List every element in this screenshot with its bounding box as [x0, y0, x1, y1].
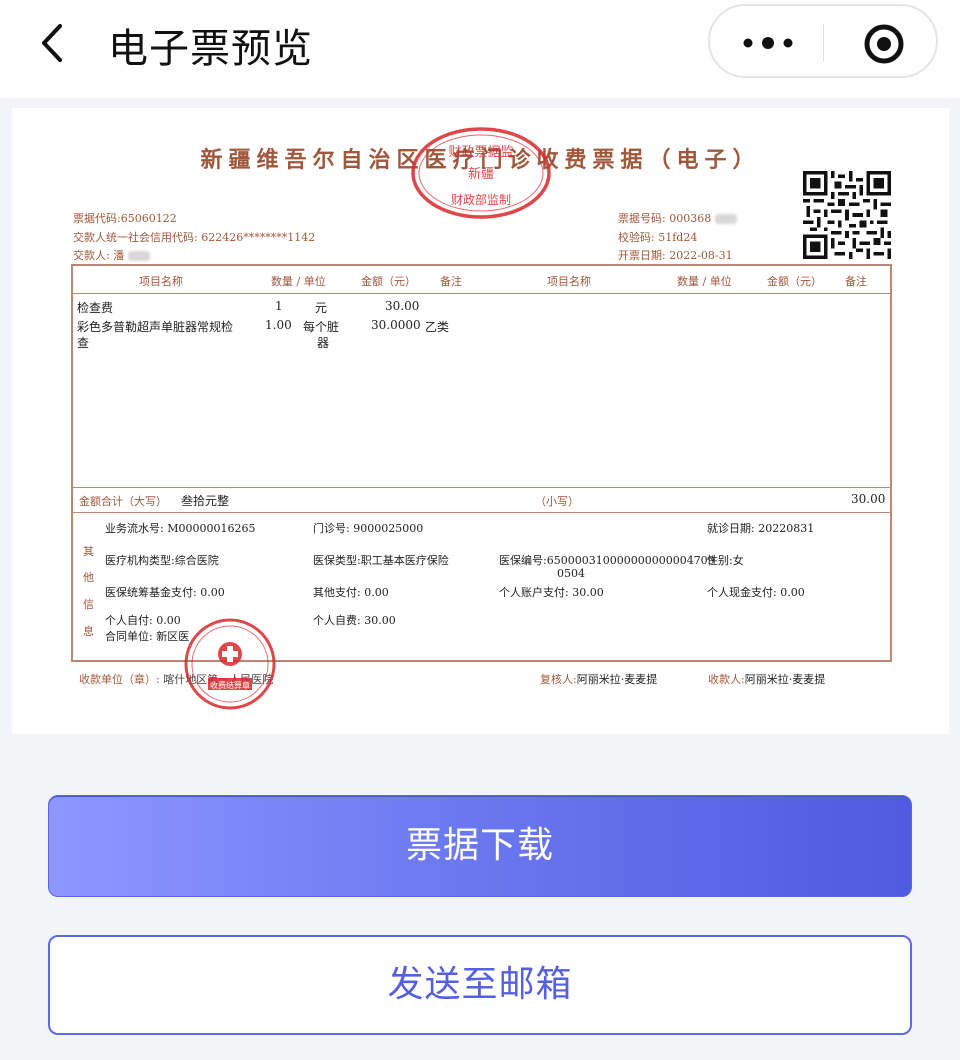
personal-account: 个人账户支付: 30.00 — [499, 586, 604, 599]
item-name: 检查费 — [77, 301, 114, 315]
col-header: 金额（元） — [767, 275, 822, 288]
personal-cash: 个人现金支付: 0.00 — [707, 586, 805, 599]
payee: 收款人:阿丽米拉·麦麦提 — [708, 673, 826, 686]
bill-number: 票据号码: 000368 — [618, 210, 737, 226]
mini-program-capsule — [708, 4, 938, 78]
serial-no: 业务流水号: M00000016265 — [105, 522, 256, 535]
seal-line1: 财政票据监 — [448, 145, 513, 160]
item-qty: 1 — [275, 299, 283, 313]
invoice-preview: 新疆维吾尔自治区医疗门诊收费票据（电子） 财政票据监 新疆 财政部监制 票据代码… — [12, 108, 949, 734]
payer: 交款人: 潘 — [73, 247, 150, 263]
item-unit: 元 — [315, 301, 328, 315]
other-pay: 其他支付: 0.00 — [313, 586, 389, 599]
nav-bar: 电子票预览 — [0, 0, 960, 98]
seal-text: 收费结算章 — [210, 680, 250, 690]
reviewer: 复核人:阿丽米拉·麦麦提 — [540, 673, 658, 686]
gender: 性别:女 — [707, 554, 744, 567]
col-header: 备注 — [440, 275, 462, 288]
col-header: 金额（元） — [361, 275, 416, 288]
total-small-label: （小写） — [535, 495, 579, 508]
hospital-seal-icon: 收费结算章 — [184, 618, 276, 710]
payer-credit-code: 交款人统一社会信用代码: 622426********1142 — [73, 231, 316, 244]
item-amount: 30.00 — [385, 299, 420, 313]
item-unit: 每个脏 — [303, 320, 340, 334]
other-info-label: 他 — [83, 571, 94, 584]
redaction-blur — [127, 251, 150, 261]
divider — [73, 487, 890, 488]
close-target-icon[interactable] — [862, 22, 906, 66]
col-header: 备注 — [845, 275, 867, 288]
item-name-cont: 查 — [77, 336, 90, 350]
item-amount: 30.0000 — [371, 318, 421, 332]
total-uppercase: 叁拾元整 — [181, 494, 230, 508]
qr-code-icon — [803, 171, 891, 259]
item-unit-cont: 器 — [317, 336, 330, 350]
clinic-no: 门诊号: 9000025000 — [313, 522, 424, 535]
insurance-no-cont: 0504 — [557, 567, 585, 580]
total-label: 金额合计（大写） — [79, 495, 167, 508]
download-button-label: 票据下载 — [405, 825, 554, 866]
redaction-blur — [714, 214, 737, 224]
pool-fund: 医保统筹基金支付: 0.00 — [105, 586, 225, 599]
more-dots-icon[interactable] — [740, 28, 796, 58]
send-email-button-label: 发送至邮箱 — [387, 964, 573, 1005]
seal-line3: 财政部监制 — [451, 192, 511, 207]
finance-seal-icon: 财政票据监 新疆 财政部监制 — [411, 127, 551, 219]
contract-unit: 合同单位: 新区医 — [105, 630, 190, 643]
col-header: 数量 / 单位 — [271, 275, 326, 288]
self-pay: 个人自付: 0.00 — [105, 614, 181, 627]
item-qty: 1.00 — [265, 318, 292, 332]
org-type: 医疗机构类型:综合医院 — [105, 554, 219, 567]
divider — [73, 293, 890, 294]
divider — [73, 512, 890, 513]
bill-code: 票据代码:65060122 — [73, 212, 177, 225]
col-header: 项目名称 — [139, 275, 183, 288]
back-chevron-icon[interactable] — [30, 20, 76, 66]
item-note: 乙类 — [425, 320, 450, 334]
page-title: 电子票预览 — [108, 26, 313, 72]
insurance-type: 医保类型:职工基本医疗保险 — [313, 554, 449, 567]
col-header: 项目名称 — [547, 275, 591, 288]
check-code: 校验码: 51fd24 — [618, 231, 698, 244]
other-info-label: 息 — [83, 625, 94, 638]
send-email-button[interactable]: 发送至邮箱 — [48, 935, 912, 1035]
self-expense: 个人自费: 30.00 — [313, 614, 396, 627]
visit-date: 就诊日期: 20220831 — [707, 522, 815, 535]
seal-line2: 新疆 — [468, 166, 494, 182]
other-info-label: 信 — [83, 598, 94, 611]
capsule-divider — [823, 24, 824, 62]
invoice-table: 项目名称 数量 / 单位 金额（元） 备注 项目名称 数量 / 单位 金额（元）… — [71, 264, 892, 662]
download-button[interactable]: 票据下载 — [48, 795, 912, 897]
item-name: 彩色多普勒超声单脏器常规检 — [77, 320, 234, 334]
issue-date: 开票日期: 2022-08-31 — [618, 249, 733, 262]
total-value: 30.00 — [851, 492, 886, 506]
other-info-label: 其 — [83, 545, 94, 558]
col-header: 数量 / 单位 — [677, 275, 732, 288]
insurance-no: 医保编号:650000310000000000004709 — [499, 554, 715, 567]
